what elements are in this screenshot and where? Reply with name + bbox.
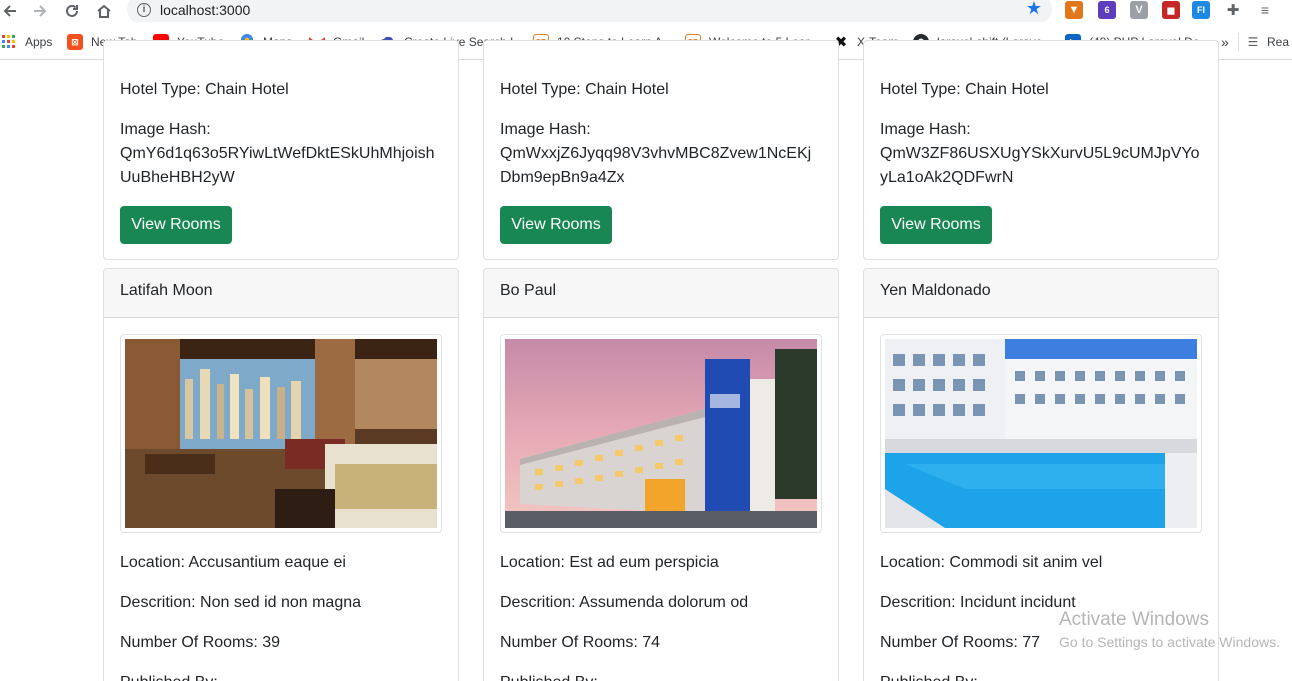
hotel-image [500, 334, 822, 533]
hotel-image [880, 334, 1202, 533]
site-info-icon[interactable]: i [137, 3, 151, 17]
hotel-published-by: Published By: [120, 671, 218, 681]
bookmarks-overflow-label: » [1221, 34, 1229, 50]
hotel-rooms-count: Number Of Rooms: 77 [880, 634, 1041, 651]
view-rooms-button[interactable]: View Rooms [500, 206, 612, 244]
card-header-owner: Yen Maldonado [864, 269, 1218, 318]
extension-badge-count: 6 [1104, 5, 1110, 15]
hotel-location: Location: Accusantium eaque ei [120, 554, 346, 571]
view-rooms-button[interactable]: View Rooms [120, 206, 232, 244]
extension-red-icon[interactable]: ◼ [1162, 1, 1180, 19]
hotel-card: Hotel Type: Chain Hotel Image Hash: QmY6… [103, 40, 459, 260]
hotel-exterior-photo [505, 339, 817, 528]
hotel-card: Hotel Type: Chain Hotel Image Hash: QmWx… [483, 40, 839, 260]
activate-windows-subtitle: Go to Settings to activate Windows. [1059, 634, 1280, 650]
bookmark-label: Apps [25, 35, 53, 49]
reading-list-icon: ☰ [1247, 35, 1259, 49]
image-hash-label: Image Hash: [880, 121, 971, 138]
hotel-location: Location: Est ad eum perspicia [500, 554, 719, 571]
hotel-description: Descrition: Incidunt incidunt [880, 594, 1076, 611]
image-hash-label: Image Hash: [120, 121, 211, 138]
image-hash-value: QmW3ZF86USXUgYSkXurvU5L9cUMJpVYoyLa1oAk2… [880, 145, 1200, 186]
extensions-puzzle-icon[interactable]: ✚ [1224, 1, 1242, 19]
hotel-published-by: Published By: [500, 671, 598, 681]
hotel-card: Latifah Moon Location: Accusantium eaque… [103, 268, 459, 681]
view-rooms-button[interactable]: View Rooms [880, 206, 992, 244]
apps-grid-icon [1, 34, 17, 50]
hotel-image [120, 334, 442, 533]
reload-icon[interactable] [62, 0, 82, 22]
bookmark-star-icon[interactable]: ★ [1026, 0, 1042, 19]
extension-fi-icon[interactable]: FI [1192, 1, 1210, 19]
vue-devtools-icon[interactable]: V [1130, 1, 1148, 19]
forward-arrow-icon[interactable] [30, 0, 50, 22]
browser-toolbar: i localhost:3000 ★ ▼ 6 V ◼ FI ✚ ≡ [0, 0, 1292, 24]
metamask-icon[interactable]: ▼ [1065, 1, 1083, 19]
hotel-published-by: Published By: [880, 671, 978, 681]
hotel-card: Hotel Type: Chain Hotel Image Hash: QmW3… [863, 40, 1219, 260]
card-header-owner: Bo Paul [484, 269, 838, 318]
back-arrow-icon[interactable] [0, 0, 20, 22]
hotel-room-photo [125, 339, 437, 528]
address-url[interactable]: localhost:3000 [160, 2, 250, 18]
hotel-rooms-count: Number Of Rooms: 74 [500, 634, 661, 651]
hotel-type: Hotel Type: Chain Hotel [880, 81, 1049, 98]
activate-windows-title: Activate Windows [1059, 609, 1209, 630]
bookmarks-overflow-button[interactable]: » [1221, 33, 1229, 51]
home-icon[interactable] [94, 0, 114, 22]
bookmark-apps[interactable]: Apps [1, 33, 52, 51]
address-bar[interactable]: i localhost:3000 ★ [127, 0, 1052, 24]
hotel-rooms-count: Number Of Rooms: 39 [120, 634, 281, 651]
bookmark-label: Rea [1267, 35, 1290, 49]
image-hash-label: Image Hash: [500, 121, 591, 138]
hotel-type: Hotel Type: Chain Hotel [120, 81, 289, 98]
hotel-pool-photo [885, 339, 1197, 528]
hotel-description: Descrition: Assumenda dolorum od [500, 594, 749, 611]
hotel-type: Hotel Type: Chain Hotel [500, 81, 669, 98]
bookmark-reading-list[interactable]: ☰ Rea [1238, 33, 1292, 51]
media-control-icon[interactable]: ≡ [1256, 1, 1274, 19]
hotel-location: Location: Commodi sit anim vel [880, 554, 1103, 571]
hotel-card: Bo Paul Location: Est ad eum perspicia D… [483, 268, 839, 681]
hotel-description: Descrition: Non sed id non magna [120, 594, 362, 611]
image-hash-value: QmY6d1q63o5RYiwLtWefDktESkUhMhjoishUuBhe… [120, 145, 435, 186]
new-tab-icon: ⊠ [67, 34, 83, 50]
card-header-owner: Latifah Moon [104, 269, 458, 318]
extension-badge-icon[interactable]: 6 [1098, 1, 1116, 19]
image-hash-value: QmWxxjZ6Jyqq98V3vhvMBC8Zvew1NcEKjDbm9epB… [500, 145, 812, 186]
